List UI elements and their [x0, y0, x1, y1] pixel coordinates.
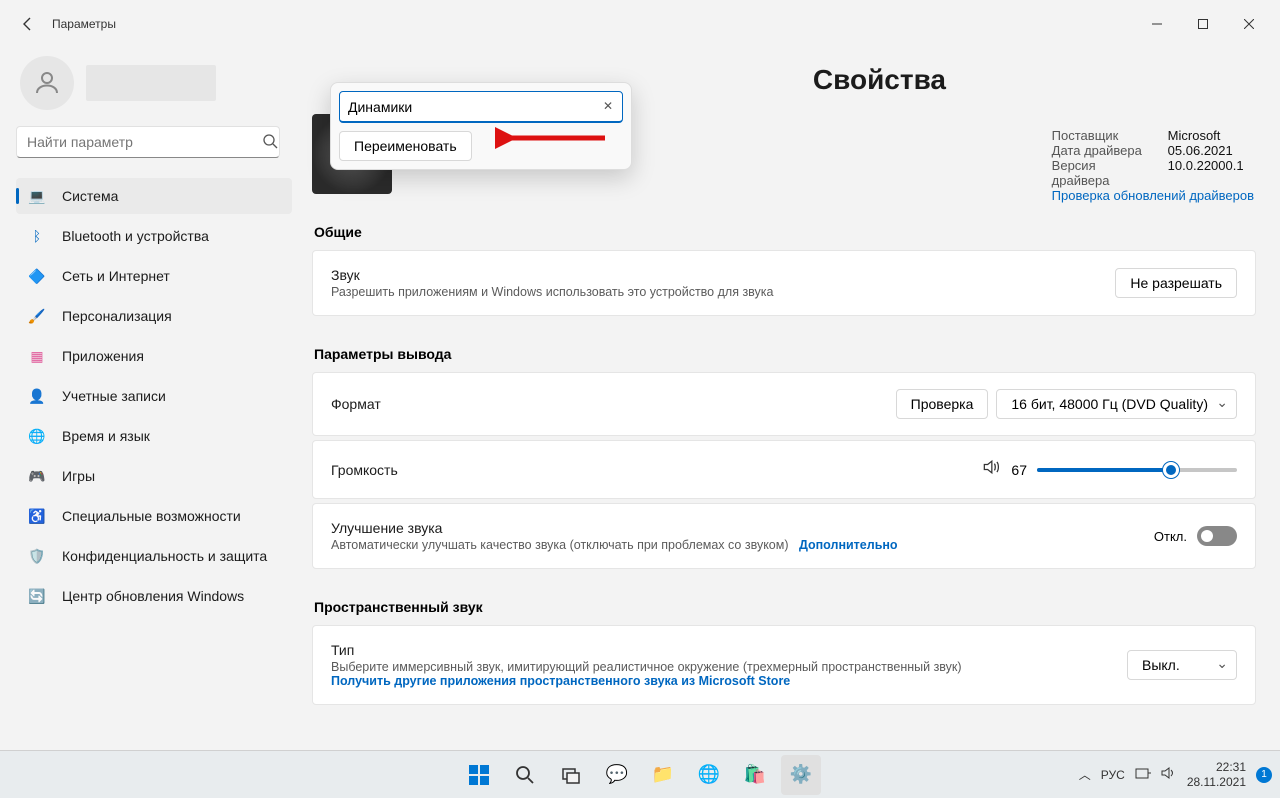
store-icon[interactable]: 🛍️ — [735, 755, 775, 795]
sidebar-item-6[interactable]: 🌐 Время и язык — [16, 418, 292, 454]
section-spatial: Пространственный звук — [314, 599, 1256, 615]
meta-version-value: 10.0.22000.1 — [1168, 158, 1244, 188]
meta-provider-value: Microsoft — [1168, 128, 1221, 143]
sidebar-item-3[interactable]: 🖌️ Персонализация — [16, 298, 292, 334]
enhance-state: Откл. — [1154, 529, 1187, 544]
nav-label: Bluetooth и устройства — [62, 228, 209, 244]
volume-value: 67 — [1011, 462, 1027, 478]
nav-icon: 🔄 — [28, 587, 46, 605]
sidebar-item-10[interactable]: 🔄 Центр обновления Windows — [16, 578, 292, 614]
sound-subtitle: Разрешить приложениям и Windows использо… — [331, 285, 773, 299]
meta-provider-label: Поставщик — [1052, 128, 1148, 143]
nav-label: Время и язык — [62, 428, 150, 444]
search-input[interactable] — [16, 126, 280, 158]
type-title: Тип — [331, 642, 962, 658]
taskbar-search-icon[interactable] — [505, 755, 545, 795]
nav-label: Приложения — [62, 348, 144, 364]
user-block[interactable] — [16, 48, 292, 126]
format-dropdown[interactable]: 16 бит, 48000 Гц (DVD Quality) — [996, 389, 1237, 419]
nav-label: Учетные записи — [62, 388, 166, 404]
section-output: Параметры вывода — [314, 346, 1256, 362]
sidebar-item-0[interactable]: 💻 Система — [16, 178, 292, 214]
enhance-toggle[interactable] — [1197, 526, 1237, 546]
volume-title: Громкость — [331, 462, 398, 478]
sidebar-item-9[interactable]: 🛡️ Конфиденциальность и защита — [16, 538, 292, 574]
sidebar-item-1[interactable]: ᛒ Bluetooth и устройства — [16, 218, 292, 254]
format-title: Формат — [331, 396, 381, 412]
meta-version-label: Версия драйвера — [1052, 158, 1148, 188]
volume-icon[interactable] — [1161, 766, 1177, 783]
avatar — [20, 56, 74, 110]
network-icon[interactable] — [1135, 766, 1151, 783]
annotation-arrow — [495, 120, 615, 156]
meta-date-value: 05.06.2021 — [1168, 143, 1233, 158]
settings-icon[interactable]: ⚙️ — [781, 755, 821, 795]
disallow-button[interactable]: Не разрешать — [1115, 268, 1237, 298]
nav-icon: 🌐 — [28, 427, 46, 445]
sidebar-item-7[interactable]: 🎮 Игры — [16, 458, 292, 494]
clear-input-icon[interactable]: ✕ — [603, 99, 613, 113]
enhance-subtitle: Автоматически улучшать качество звука (о… — [331, 538, 789, 552]
sound-title: Звук — [331, 267, 773, 283]
nav-icon: 🛡️ — [28, 547, 46, 565]
driver-update-link[interactable]: Проверка обновлений драйверов — [1052, 188, 1254, 203]
section-general: Общие — [314, 224, 1256, 240]
spatial-store-link[interactable]: Получить другие приложения пространствен… — [331, 674, 962, 688]
nav-label: Игры — [62, 468, 95, 484]
nav-icon: 🔷 — [28, 267, 46, 285]
rename-input[interactable] — [339, 91, 623, 123]
speaker-icon — [981, 457, 1001, 482]
edge-icon[interactable]: 🌐 — [689, 755, 729, 795]
nav-icon: 👤 — [28, 387, 46, 405]
spatial-dropdown[interactable]: Выкл. — [1127, 650, 1237, 680]
user-info — [86, 65, 216, 101]
sidebar-item-4[interactable]: ▦ Приложения — [16, 338, 292, 374]
test-button[interactable]: Проверка — [896, 389, 989, 419]
explorer-icon[interactable]: 📁 — [643, 755, 683, 795]
nav-label: Конфиденциальность и защита — [62, 548, 267, 564]
nav-icon: ▦ — [28, 347, 46, 365]
enhance-more-link[interactable]: Дополнительно — [799, 538, 898, 552]
nav-label: Специальные возможности — [62, 508, 241, 524]
start-button[interactable] — [459, 755, 499, 795]
nav-icon: 🖌️ — [28, 307, 46, 325]
minimize-button[interactable] — [1134, 8, 1180, 40]
volume-slider[interactable] — [1037, 468, 1237, 472]
nav-icon: 🎮 — [28, 467, 46, 485]
type-subtitle: Выберите иммерсивный звук, имитирующий р… — [331, 660, 962, 674]
close-button[interactable] — [1226, 8, 1272, 40]
driver-meta: Поставщик Microsoft Дата драйвера 05.06.20… — [1052, 128, 1254, 203]
meta-date-label: Дата драйвера — [1052, 143, 1148, 158]
sidebar-item-5[interactable]: 👤 Учетные записи — [16, 378, 292, 414]
nav-icon: ᛒ — [28, 227, 46, 245]
back-button[interactable] — [8, 4, 48, 44]
nav-label: Сеть и Интернет — [62, 268, 170, 284]
nav-label: Система — [62, 188, 118, 204]
window-title: Параметры — [52, 17, 116, 31]
nav-icon: 💻 — [28, 187, 46, 205]
search-icon — [262, 133, 278, 154]
notification-badge[interactable]: 1 — [1256, 767, 1272, 783]
enhance-title: Улучшение звука — [331, 520, 898, 536]
sidebar-item-2[interactable]: 🔷 Сеть и Интернет — [16, 258, 292, 294]
sidebar-item-8[interactable]: ♿ Специальные возможности — [16, 498, 292, 534]
maximize-button[interactable] — [1180, 8, 1226, 40]
task-view-icon[interactable] — [551, 755, 591, 795]
nav-label: Персонализация — [62, 308, 172, 324]
nav-icon: ♿ — [28, 507, 46, 525]
chat-icon[interactable]: 💬 — [597, 755, 637, 795]
nav-label: Центр обновления Windows — [62, 588, 244, 604]
language-indicator[interactable]: РУС — [1101, 768, 1125, 782]
clock[interactable]: 22:31 28.11.2021 — [1187, 760, 1246, 789]
tray-chevron-icon[interactable]: ︿ — [1079, 766, 1091, 783]
rename-button[interactable]: Переименовать — [339, 131, 472, 161]
